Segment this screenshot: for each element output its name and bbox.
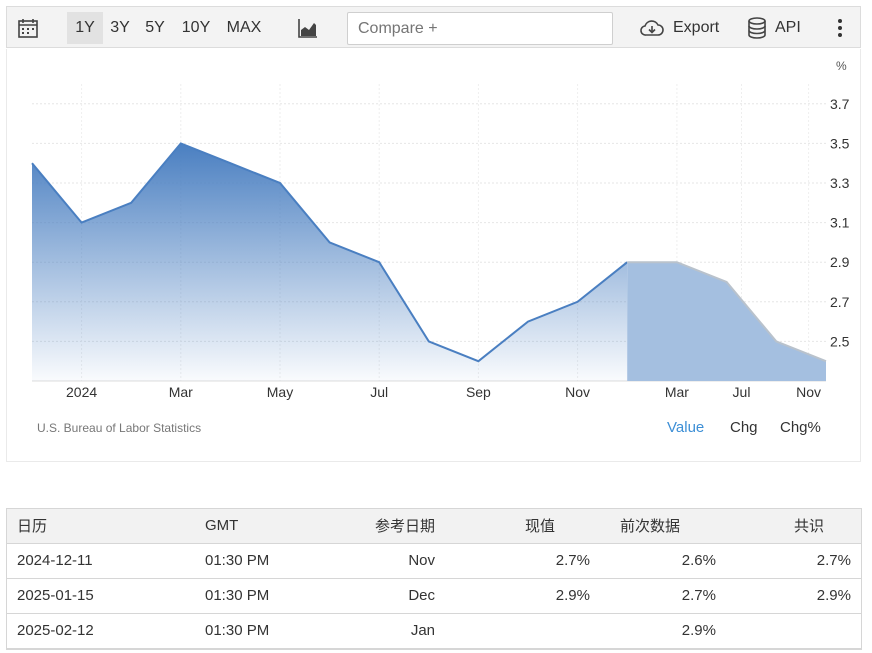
cell-previous: 2.6% (600, 543, 726, 579)
x-tick-label: Jul (370, 384, 388, 400)
x-tick-label: Sep (466, 384, 491, 400)
x-tick-label: Jul (733, 384, 751, 400)
mode-chg-percent-button[interactable]: Chg% (780, 419, 821, 436)
calendar-icon[interactable] (17, 17, 39, 39)
table-row: 2025-01-15 01:30 PM Dec 2.9% 2.7% 2.9% (7, 578, 861, 614)
chart-toolbar: 1Y 3Y 5Y 10Y MAX Export API (6, 6, 861, 48)
mode-value-button[interactable]: Value (667, 419, 704, 436)
y-tick-label: 2.5 (830, 333, 850, 349)
y-unit-label: % (836, 59, 847, 73)
cell-consensus (726, 613, 861, 649)
x-tick-label: 2024 (66, 384, 97, 400)
database-icon (748, 17, 766, 39)
area-chart-icon[interactable] (297, 17, 319, 39)
cell-reference: Nov (345, 543, 445, 579)
cell-actual (445, 613, 600, 649)
table-row: 2024-12-11 01:30 PM Nov 2.7% 2.6% 2.7% (7, 543, 861, 579)
header-previous: 前次数据 (600, 509, 726, 544)
y-tick-label: 3.5 (830, 135, 850, 151)
cell-consensus: 2.7% (726, 543, 861, 579)
x-tick-label: Nov (796, 384, 821, 400)
range-5y-button[interactable]: 5Y (140, 12, 170, 44)
cell-gmt: 01:30 PM (195, 543, 345, 579)
compare-input[interactable] (347, 12, 613, 45)
x-tick-label: Nov (565, 384, 590, 400)
chart-panel: 2.5 2.7 2.9 3.1 3.3 3.5 3.7% 2024 Mar May Jul Sep No… (6, 49, 861, 462)
header-consensus: 共识 (726, 509, 861, 544)
api-button[interactable]: API (747, 15, 801, 41)
table-row: 2025-02-12 01:30 PM Jan 2.9% (7, 613, 861, 649)
y-tick-label: 2.9 (830, 254, 850, 270)
header-calendar: 日历 (7, 509, 195, 544)
release-calendar-table: 日历 GMT 参考日期 现值 前次数据 共识 2024-12-11 01:30 … (6, 508, 862, 650)
header-gmt: GMT (195, 509, 345, 544)
mode-chg-button[interactable]: Chg (730, 419, 758, 436)
cell-consensus: 2.9% (726, 578, 861, 614)
y-tick-label: 3.1 (830, 215, 850, 231)
y-tick-label: 3.3 (830, 175, 850, 191)
source-label: U.S. Bureau of Labor Statistics (37, 421, 202, 435)
cell-date: 2024-12-11 (7, 543, 195, 579)
range-3y-button[interactable]: 3Y (105, 12, 135, 44)
cell-actual: 2.7% (445, 543, 600, 579)
x-tick-label: May (267, 384, 293, 400)
api-label: API (775, 19, 801, 36)
cell-reference: Jan (345, 613, 445, 649)
cell-previous: 2.9% (600, 613, 726, 649)
y-tick-label: 3.7 (830, 96, 850, 112)
cell-gmt: 01:30 PM (195, 578, 345, 614)
export-button[interactable]: Export (639, 15, 719, 41)
forecast-area (627, 262, 826, 381)
more-vertical-icon[interactable] (829, 17, 851, 39)
header-reference: 参考日期 (345, 509, 445, 544)
cell-actual: 2.9% (445, 578, 600, 614)
range-10y-button[interactable]: 10Y (177, 12, 215, 44)
cell-gmt: 01:30 PM (195, 613, 345, 649)
range-1y-button[interactable]: 1Y (67, 12, 103, 44)
area-chart: 2.5 2.7 2.9 3.1 3.3 3.5 3.7% 2024 Mar May Jul Sep No… (31, 59, 850, 400)
export-label: Export (673, 19, 720, 36)
y-tick-label: 2.7 (830, 294, 850, 310)
table-header-row: 日历 GMT 参考日期 现值 前次数据 共识 (7, 509, 861, 544)
cell-reference: Dec (345, 578, 445, 614)
cell-previous: 2.7% (600, 578, 726, 614)
header-actual: 现值 (445, 509, 600, 544)
cell-date: 2025-01-15 (7, 578, 195, 614)
x-tick-label: Mar (169, 384, 193, 400)
x-tick-label: Mar (665, 384, 689, 400)
cell-date: 2025-02-12 (7, 613, 195, 649)
range-max-button[interactable]: MAX (221, 12, 267, 44)
cloud-download-icon (640, 20, 664, 36)
